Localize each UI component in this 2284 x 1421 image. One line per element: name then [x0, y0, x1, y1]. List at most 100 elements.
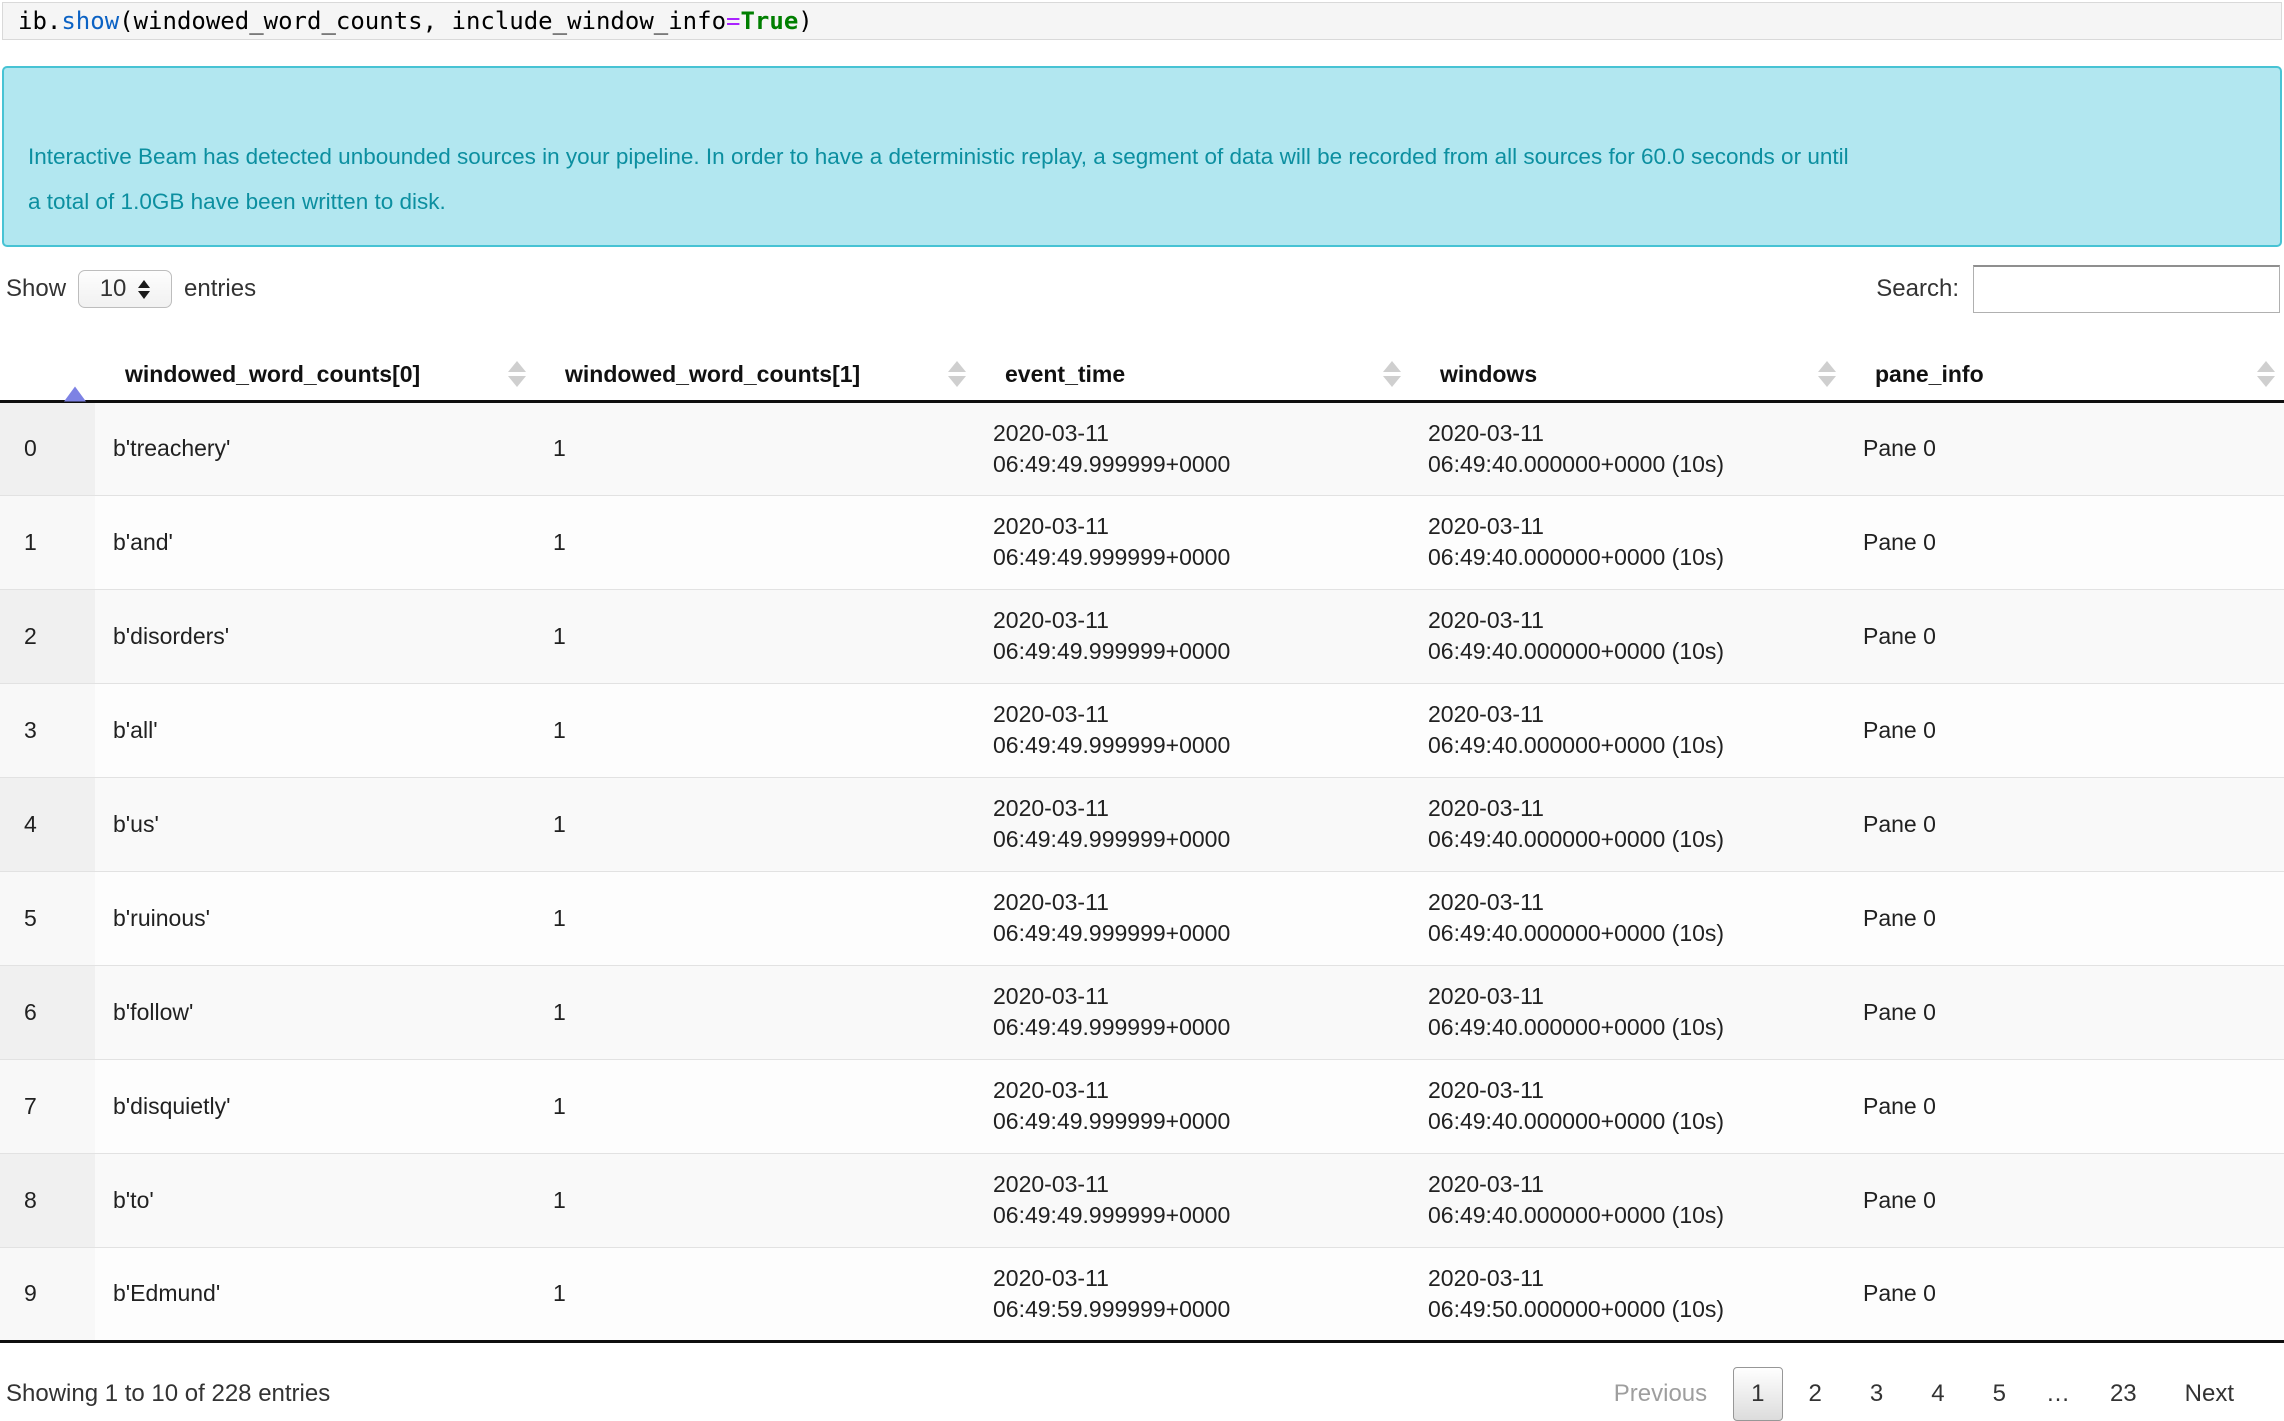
cell-row-index: 2: [0, 588, 95, 683]
cell-pane-info: Pane 0: [1845, 870, 2284, 965]
table-row: 0 b'treachery' 1 2020-03-11 06:49:49.999…: [0, 401, 2284, 495]
sort-both-icon: [2257, 361, 2275, 388]
cell-windows: 2020-03-11 06:49:50.000000+0000 (10s): [1410, 1246, 1845, 1343]
cell-event-time: 2020-03-11 06:49:49.999999+0000: [975, 494, 1410, 589]
sort-ascending-icon: [64, 360, 86, 402]
cell-word: b'disorders': [95, 588, 535, 683]
cell-count: 1: [535, 1246, 975, 1343]
code-object-token: ib.: [18, 7, 62, 35]
table-row: 8 b'to' 1 2020-03-11 06:49:49.999999+000…: [0, 1152, 2284, 1247]
pagination-ellipsis: …: [2045, 1379, 2070, 1407]
page-button-current[interactable]: 1: [1733, 1366, 1783, 1421]
pagination: Previous 1 2 3 4 5 … 23 Next: [1590, 1366, 2258, 1421]
next-page-button[interactable]: Next: [2163, 1368, 2256, 1420]
page-size-value: 10: [99, 275, 127, 302]
entries-label: entries: [184, 275, 257, 302]
table-row: 5 b'ruinous' 1 2020-03-11 06:49:49.99999…: [0, 870, 2284, 965]
code-cell: ib. show (windowed_word_counts, include_wi…: [2, 2, 2282, 40]
cell-row-index: 0: [0, 401, 95, 495]
cell-count: 1: [535, 776, 975, 871]
sort-both-icon: [508, 361, 526, 388]
column-header-label: windowed_word_counts[0]: [125, 360, 421, 387]
cell-pane-info: Pane 0: [1845, 1246, 2284, 1343]
cell-pane-info: Pane 0: [1845, 1152, 2284, 1247]
table-row: 6 b'follow' 1 2020-03-11 06:49:49.999999…: [0, 964, 2284, 1059]
page-size-select[interactable]: 10: [78, 270, 173, 308]
cell-count: 1: [535, 494, 975, 589]
cell-word: b'us': [95, 776, 535, 871]
column-header-index[interactable]: [0, 349, 95, 403]
search-input[interactable]: [1973, 265, 2280, 313]
page-button[interactable]: 5: [1971, 1368, 2028, 1420]
cell-count: 1: [553, 435, 566, 461]
cell-row-index: 3: [0, 682, 95, 777]
cell-event-time: 2020-03-11 06:49:59.999999+0000: [975, 1246, 1410, 1343]
code-args-token: (windowed_word_counts, include_window_in…: [119, 7, 727, 35]
cell-windows: 2020-03-11 06:49:40.000000+0000 (10s): [1410, 1152, 1845, 1247]
table-row: 7 b'disquietly' 1 2020-03-11 06:49:49.99…: [0, 1058, 2284, 1153]
cell-row-index: 6: [0, 964, 95, 1059]
cell-row-index: 9: [0, 1246, 95, 1343]
cell-word: b'disquietly': [95, 1058, 535, 1153]
cell-row-index: 5: [0, 870, 95, 965]
cell-row-index: 7: [0, 1058, 95, 1153]
cell-event-time: 2020-03-11 06:49:49.999999+0000: [975, 964, 1410, 1059]
table-row: 2 b'disorders' 1 2020-03-11 06:49:49.999…: [0, 588, 2284, 683]
previous-page-button[interactable]: Previous: [1592, 1368, 1729, 1420]
cell-event-time: 2020-03-11 06:49:49.999999+0000: [975, 1152, 1410, 1247]
table-row: 3 b'all' 1 2020-03-11 06:49:49.999999+00…: [0, 682, 2284, 777]
cell-pane-info: Pane 0: [1845, 1058, 2284, 1153]
column-header-windowed-word-counts-0[interactable]: windowed_word_counts[0]: [95, 349, 535, 403]
search-control: Search:: [1876, 265, 2280, 313]
cell-event-time: 2020-03-11 06:49:49.999999+0000: [993, 419, 1231, 477]
entries-summary: Showing 1 to 10 of 228 entries: [6, 1379, 331, 1407]
column-header-label: windows: [1440, 360, 1538, 387]
cell-pane-info: Pane 0: [1863, 435, 1936, 461]
cell-windows: 2020-03-11 06:49:40.000000+0000 (10s): [1410, 588, 1845, 683]
cell-count: 1: [535, 870, 975, 965]
cell-pane-info: Pane 0: [1845, 588, 2284, 683]
cell-windows: 2020-03-11 06:49:40.000000+0000 (10s): [1410, 494, 1845, 589]
cell-event-time: 2020-03-11 06:49:49.999999+0000: [975, 588, 1410, 683]
search-label: Search:: [1876, 275, 1959, 302]
page-button[interactable]: 2: [1787, 1368, 1844, 1420]
sort-both-icon: [1383, 361, 1401, 388]
cell-word: b'Edmund': [95, 1246, 535, 1343]
cell-count: 1: [535, 1152, 975, 1247]
cell-word: b'follow': [95, 964, 535, 1059]
column-header-event-time[interactable]: event_time: [975, 349, 1410, 403]
cell-word: b'and': [95, 494, 535, 589]
cell-count: 1: [535, 588, 975, 683]
code-method-token: show: [61, 7, 120, 35]
column-header-windows[interactable]: windows: [1410, 349, 1845, 403]
show-label: Show: [6, 275, 67, 302]
cell-windows: 2020-03-11 06:49:40.000000+0000 (10s): [1410, 1058, 1845, 1153]
cell-row-index: 1: [0, 494, 95, 589]
code-close-token: ): [798, 7, 813, 35]
sort-both-icon: [948, 361, 966, 388]
table-row: 4 b'us' 1 2020-03-11 06:49:49.999999+000…: [0, 776, 2284, 871]
cell-word: b'treachery': [113, 435, 231, 461]
cell-event-time: 2020-03-11 06:49:49.999999+0000: [975, 1058, 1410, 1153]
cell-count: 1: [535, 964, 975, 1059]
cell-event-time: 2020-03-11 06:49:49.999999+0000: [975, 776, 1410, 871]
cell-word: b'ruinous': [95, 870, 535, 965]
cell-word: b'all': [95, 682, 535, 777]
cell-windows: 2020-03-11 06:49:40.000000+0000 (10s): [1410, 682, 1845, 777]
header-row: windowed_word_counts[0] windowed_word_co…: [0, 349, 2284, 403]
cell-event-time: 2020-03-11 06:49:49.999999+0000: [975, 682, 1410, 777]
column-header-pane-info[interactable]: pane_info: [1845, 349, 2284, 403]
select-stepper-icon: [138, 279, 151, 299]
cell-count: 1: [535, 682, 975, 777]
cell-windows: 2020-03-11 06:49:40.000000+0000 (10s): [1410, 776, 1845, 871]
page-button[interactable]: 3: [1848, 1368, 1905, 1420]
code-operator-token: =: [726, 7, 741, 35]
page-button[interactable]: 4: [1909, 1368, 1966, 1420]
page-length-control: Show 10 entries: [6, 270, 256, 308]
cell-event-time: 2020-03-11 06:49:49.999999+0000: [975, 870, 1410, 965]
page-button[interactable]: 23: [2088, 1368, 2159, 1420]
warning-banner-text: Interactive Beam has detected unbounded …: [28, 144, 1849, 214]
cell-pane-info: Pane 0: [1845, 964, 2284, 1059]
column-header-windowed-word-counts-1[interactable]: windowed_word_counts[1]: [535, 349, 975, 403]
column-header-label: pane_info: [1875, 360, 1984, 387]
